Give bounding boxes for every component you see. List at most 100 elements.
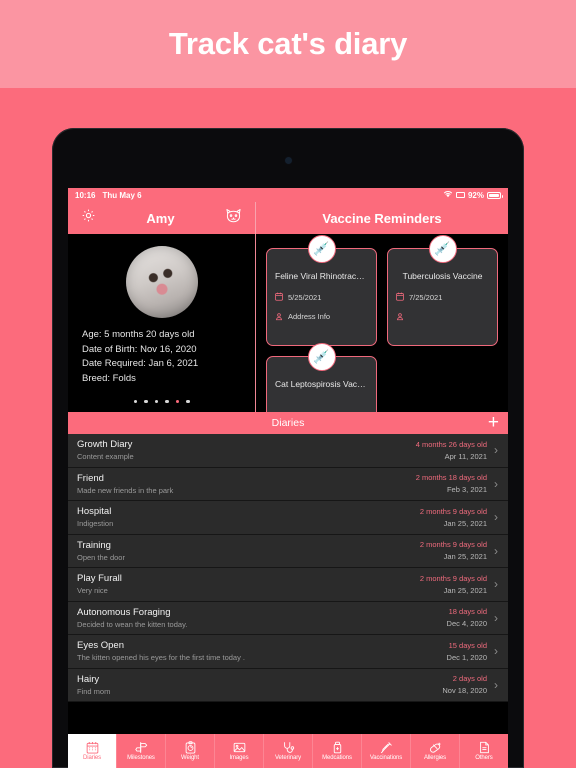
tab-label: Weight: [181, 755, 199, 761]
chevron-right-icon: ›: [494, 476, 498, 491]
add-diary-button[interactable]: +: [488, 413, 499, 432]
content-split: Age: 5 months 20 days old Date of Birth:…: [68, 234, 508, 412]
diary-subtitle: Find mom: [77, 686, 111, 696]
diary-subtitle: Very nice: [77, 586, 108, 596]
cat-face-icon[interactable]: [225, 208, 242, 228]
tab-label: Milestones: [127, 755, 155, 761]
status-time: 10:16: [75, 190, 96, 200]
diary-title: Training: [77, 539, 111, 551]
pill-icon: [429, 741, 442, 754]
battery-percent: 92%: [467, 190, 484, 200]
vaccine-card-grid: 💉 Feline Viral Rhinotracheit... 5/25/202…: [266, 235, 498, 412]
diary-title: Hairy: [77, 673, 100, 685]
diary-age: 2 months 9 days old: [419, 506, 487, 516]
diary-row[interactable]: Eyes Open The kitten opened his eyes for…: [68, 635, 508, 669]
tab-medications[interactable]: Medcations: [313, 734, 362, 768]
diary-title: Friend: [77, 472, 104, 484]
pet-age: Age: 5 months 20 days old: [82, 329, 195, 340]
diary-meta: 4 months 26 days old Apr 11, 2021: [416, 439, 487, 462]
diary-age: 2 months 9 days old: [419, 540, 487, 550]
page-dot[interactable]: [154, 399, 158, 403]
diary-age: 2 days old: [452, 674, 487, 684]
diary-meta: 2 months 18 days old Feb 3, 2021: [416, 472, 487, 495]
diary-row[interactable]: Hospital Indigestion 2 months 9 days old…: [68, 501, 508, 535]
diaries-title: Diaries: [271, 417, 305, 429]
status-bar: 10:16 Thu May 6 92%: [68, 188, 508, 202]
calendar-icon: [396, 292, 404, 303]
diary-row[interactable]: Hairy Find mom 2 days old Nov 18, 2020 ›: [68, 668, 508, 702]
tab-diaries[interactable]: Diaries: [68, 734, 117, 768]
nav-right-section: Vaccine Reminders: [256, 202, 508, 234]
navigation-bar: Amy Vaccine Reminders: [68, 202, 508, 234]
diary-title: Autonomous Foraging: [77, 606, 171, 618]
tab-allergies[interactable]: Allergies: [411, 734, 460, 768]
chevron-right-icon: ›: [494, 577, 498, 592]
location-indicator-icon: [455, 192, 465, 198]
diary-subtitle: Content example: [77, 452, 134, 462]
vaccine-address-row: [396, 312, 489, 323]
page-dot[interactable]: [133, 399, 137, 403]
gear-icon[interactable]: [81, 208, 96, 228]
diary-row[interactable]: Growth Diary Content example 4 months 26…: [68, 434, 508, 468]
vaccine-reminders-pane: 💉 Feline Viral Rhinotracheit... 5/25/202…: [256, 234, 508, 412]
tab-others[interactable]: Others: [460, 734, 508, 768]
tab-milestones[interactable]: Milestones: [117, 734, 166, 768]
pet-profile-card[interactable]: Age: 5 months 20 days old Date of Birth:…: [68, 234, 256, 412]
diary-row[interactable]: Autonomous Foraging Decided to wean the …: [68, 601, 508, 635]
diary-main: Growth Diary Content example: [77, 438, 416, 462]
status-bar-left: 10:16 Thu May 6: [75, 191, 142, 200]
location-pin-icon: [396, 312, 404, 323]
chevron-right-icon: ›: [494, 610, 498, 625]
tab-vaccinations[interactable]: Vaccinations: [362, 734, 411, 768]
diary-main: Training Open the door: [77, 539, 420, 563]
diary-subtitle: Made new friends in the park: [77, 485, 174, 495]
diaries-list: Growth Diary Content example 4 months 26…: [68, 434, 508, 702]
diary-row[interactable]: Friend Made new friends in the park 2 mo…: [68, 467, 508, 501]
diary-date: Jan 25, 2021: [443, 552, 487, 562]
diary-title: Play Furall: [77, 573, 122, 585]
page-dot[interactable]: [186, 399, 190, 403]
signpost-icon: [134, 741, 148, 754]
page-indicator-dots[interactable]: [68, 399, 255, 403]
diary-main: Eyes Open The kitten opened his eyes for…: [77, 639, 447, 663]
syringe-icon: 💉: [307, 235, 336, 263]
diary-meta: 18 days old Dec 4, 2020: [447, 606, 487, 629]
diary-date: Nov 18, 2020: [442, 686, 487, 696]
tab-weight[interactable]: Weight: [166, 734, 215, 768]
diary-date: Dec 4, 2020: [446, 619, 487, 629]
tab-veterinary[interactable]: Veterinary: [264, 734, 313, 768]
diary-row[interactable]: Play Furall Very nice 2 months 9 days ol…: [68, 568, 508, 602]
pet-name-title: Amy: [146, 210, 175, 226]
photo-icon: [233, 741, 246, 754]
document-icon: [478, 741, 491, 754]
page-dot-active[interactable]: [175, 399, 179, 403]
chevron-right-icon: ›: [494, 443, 498, 458]
tab-images[interactable]: Images: [215, 734, 264, 768]
front-camera: [284, 157, 292, 164]
diaries-section-header: Diaries +: [68, 412, 508, 434]
tab-label: Vaccinations: [369, 755, 403, 761]
diary-main: Autonomous Foraging Decided to wean the …: [77, 606, 447, 630]
page-dot[interactable]: [165, 399, 169, 403]
chevron-right-icon: ›: [494, 677, 498, 692]
device-screen: 10:16 Thu May 6 92% Amy Vaccine Reminder…: [68, 188, 508, 768]
tab-label: Diaries: [83, 755, 101, 761]
wifi-icon: [443, 190, 453, 200]
battery-icon: [487, 191, 503, 199]
syringe-icon: 💉: [307, 343, 336, 371]
status-bar-right: 92%: [443, 190, 503, 200]
vaccine-name: Feline Viral Rhinotracheit...: [275, 271, 368, 281]
diary-title: Growth Diary: [77, 439, 133, 451]
chevron-right-icon: ›: [494, 644, 498, 659]
chevron-right-icon: ›: [494, 543, 498, 558]
vaccine-card[interactable]: 💉 Tuberculosis Vaccine 7/25/2021: [387, 235, 498, 346]
tab-label: Allergies: [423, 755, 447, 761]
diary-subtitle: The kitten opened his eyes for the first…: [77, 653, 246, 663]
page-dot[interactable]: [144, 399, 148, 403]
diary-row[interactable]: Training Open the door 2 months 9 days o…: [68, 534, 508, 568]
vaccine-card[interactable]: 💉 Feline Viral Rhinotracheit... 5/25/202…: [266, 235, 377, 346]
vaccine-card[interactable]: 💉 Cat Leptospirosis Vaccine: [266, 343, 377, 412]
location-pin-icon: [275, 312, 283, 323]
diary-date: Jan 25, 2021: [443, 518, 487, 528]
diary-meta: 15 days old Dec 1, 2020: [447, 640, 487, 663]
